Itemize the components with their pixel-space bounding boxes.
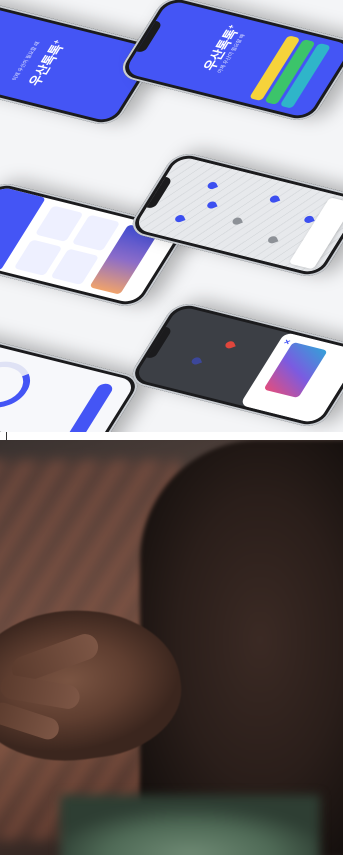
phone-mockup-splash-menu: 우산톡톡+ 이제 우산이 필요할 때 <box>115 0 343 124</box>
map-pin-icon[interactable] <box>173 213 186 224</box>
person-shoulder <box>140 440 343 855</box>
phone-mockup-payment: × <box>125 300 343 430</box>
brand-logo-text: 우산톡톡+ <box>25 38 67 88</box>
map-pin-icon <box>224 340 236 350</box>
app-showcase: 우산톡톡+ 이제 우산이 필요할 때 우산톡톡+ 이제 우산이 필요할 때 × <box>0 0 343 432</box>
map-pin-icon[interactable] <box>206 180 218 191</box>
phone-mockup-balance <box>0 330 145 432</box>
green-sleeve <box>60 795 320 855</box>
map-pin-icon[interactable] <box>268 194 281 204</box>
brand-plus: + <box>225 23 238 30</box>
map-pin-icon[interactable] <box>206 200 218 210</box>
map-pin-icon <box>190 356 203 366</box>
brand-plus: + <box>50 38 63 46</box>
map-info-card[interactable] <box>288 197 343 270</box>
phone-screen: 우산톡톡+ 이제 우산이 필요할 때 <box>123 0 343 119</box>
map-pin-icon[interactable] <box>266 234 279 245</box>
phone-screen <box>0 335 137 432</box>
lifestyle-photo <box>0 440 343 855</box>
map-pin-icon[interactable] <box>231 216 243 226</box>
balance-ring <box>0 355 41 414</box>
primary-action-button[interactable] <box>65 382 115 432</box>
phone-screen: × <box>133 305 343 425</box>
divider <box>0 432 343 440</box>
